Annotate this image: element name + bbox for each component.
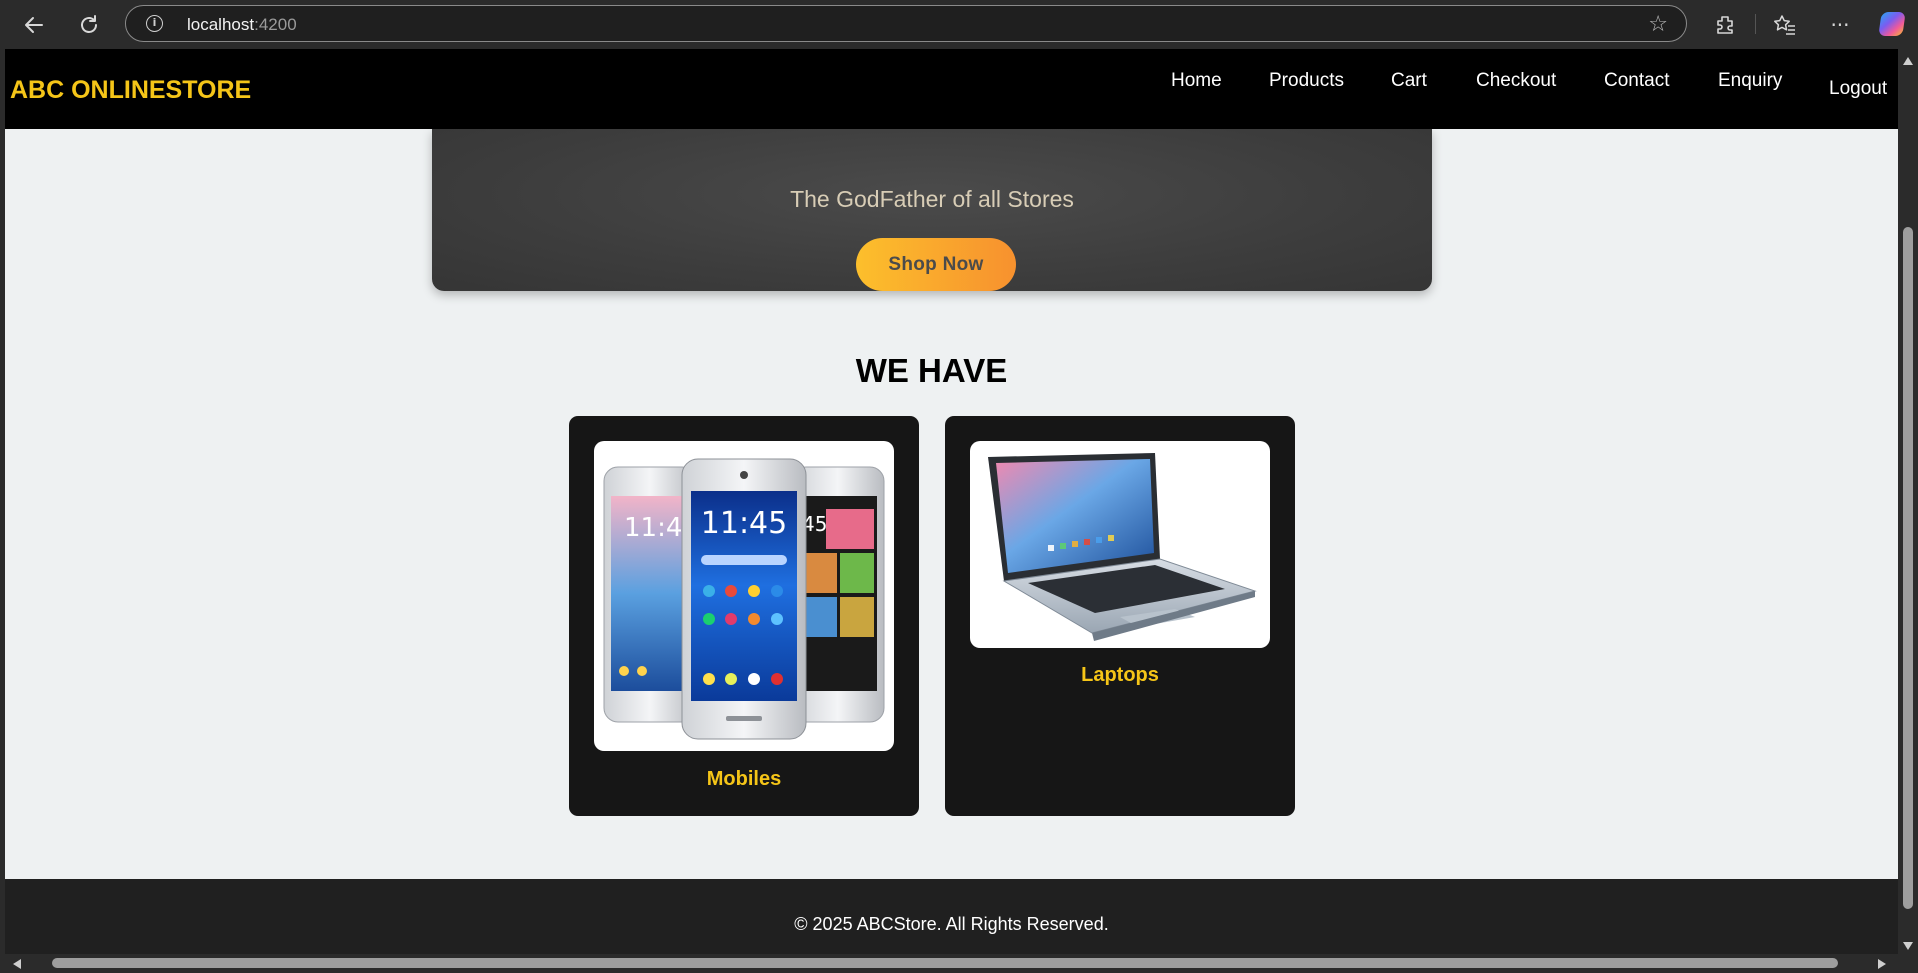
- copyright-text: © 2025 ABCStore. All Rights Reserved.: [794, 914, 1109, 934]
- category-card-mobiles[interactable]: 11:4 45 11:45 Mobiles: [569, 416, 919, 816]
- horizontal-scrollbar[interactable]: [0, 954, 1898, 973]
- categories-heading: WE HAVE: [855, 352, 1008, 389]
- site-footer: © 2025 ABCStore. All Rights Reserved.: [5, 879, 1898, 954]
- refresh-icon[interactable]: [73, 9, 105, 41]
- scroll-up-arrow-icon[interactable]: [1903, 57, 1913, 65]
- hero-tagline: The GodFather of all Stores: [790, 186, 1074, 212]
- site-brand[interactable]: ABC ONLINESTORE: [10, 76, 251, 105]
- category-card-laptops[interactable]: Laptops: [945, 416, 1295, 816]
- scrollbar-corner: [1898, 954, 1918, 973]
- extensions-icon[interactable]: [1708, 9, 1742, 41]
- site-info-icon[interactable]: i: [146, 15, 163, 32]
- scroll-left-arrow-icon[interactable]: [13, 959, 21, 969]
- laptops-image[interactable]: [970, 441, 1270, 648]
- nav-products[interactable]: Products: [1269, 70, 1344, 92]
- favorite-star-icon[interactable]: ☆: [1648, 12, 1668, 37]
- more-icon[interactable]: ···: [1823, 9, 1857, 41]
- url-text: localhost:4200: [187, 15, 297, 34]
- scroll-down-arrow-icon[interactable]: [1903, 942, 1913, 950]
- back-arrow-icon[interactable]: [18, 9, 50, 41]
- toolbar-divider: [1755, 14, 1756, 34]
- mobiles-image[interactable]: 11:4 45 11:45: [594, 441, 894, 751]
- site-navbar: ABC ONLINESTORE Home Products Cart Check…: [5, 49, 1898, 129]
- browser-toolbar: i localhost:4200 ☆ ···: [0, 0, 1918, 49]
- logout-link[interactable]: Logout: [1829, 78, 1887, 100]
- shop-now-button[interactable]: Shop Now: [856, 238, 1016, 291]
- vertical-scrollbar[interactable]: [1898, 49, 1918, 954]
- vertical-scroll-thumb[interactable]: [1903, 227, 1913, 909]
- nav-enquiry[interactable]: Enquiry: [1718, 70, 1782, 92]
- horizontal-scroll-thumb[interactable]: [52, 958, 1838, 968]
- svg-text:11:45: 11:45: [701, 506, 787, 541]
- nav-home[interactable]: Home: [1171, 70, 1222, 92]
- scroll-right-arrow-icon[interactable]: [1878, 959, 1886, 969]
- hero-banner: The GodFather of all Stores Shop Now: [432, 129, 1432, 291]
- nav-checkout[interactable]: Checkout: [1476, 70, 1556, 92]
- nav-cart[interactable]: Cart: [1391, 70, 1427, 92]
- nav-contact[interactable]: Contact: [1604, 70, 1669, 92]
- favorites-icon[interactable]: [1768, 9, 1802, 41]
- page-viewport: ABC ONLINESTORE Home Products Cart Check…: [5, 49, 1898, 954]
- category-label-laptops[interactable]: Laptops: [945, 664, 1295, 687]
- copilot-icon[interactable]: [1878, 12, 1906, 36]
- svg-text:11:4: 11:4: [624, 513, 682, 543]
- category-label-mobiles[interactable]: Mobiles: [569, 768, 919, 791]
- address-bar[interactable]: i localhost:4200 ☆: [125, 5, 1687, 42]
